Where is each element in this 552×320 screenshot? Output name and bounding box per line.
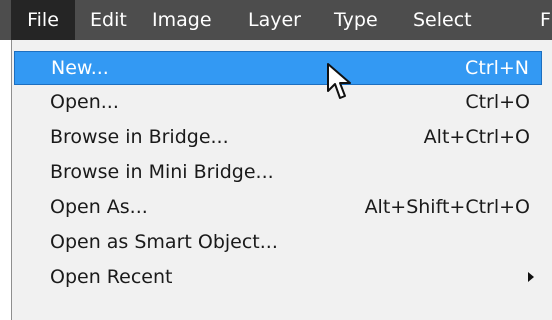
menu-item-new[interactable]: New... Ctrl+N <box>14 51 542 85</box>
menu-item-shortcut: Alt+Shift+Ctrl+O <box>364 196 530 218</box>
menu-item-label: Browse in Mini Bridge... <box>50 161 274 183</box>
mouse-pointer-icon <box>327 63 351 99</box>
file-menu-dropdown: New... Ctrl+N Open... Ctrl+O Browse in B… <box>11 40 552 320</box>
menu-item-browse-in-bridge[interactable]: Browse in Bridge... Alt+Ctrl+O <box>14 120 542 154</box>
menu-bar: File Edit Image Layer Type Select F <box>0 0 552 40</box>
menu-item-open-recent[interactable]: Open Recent <box>14 260 542 294</box>
menu-item-shortcut: Alt+Ctrl+O <box>423 126 530 148</box>
menu-type[interactable]: Type <box>334 0 378 40</box>
menu-item-label: Browse in Bridge... <box>50 126 229 148</box>
menu-item-label: New... <box>51 57 109 79</box>
menu-item-label: Open As... <box>50 196 148 218</box>
menu-layer[interactable]: Layer <box>248 0 301 40</box>
menu-item-browse-in-mini-bridge[interactable]: Browse in Mini Bridge... <box>14 155 542 189</box>
menu-edit[interactable]: Edit <box>90 0 127 40</box>
menu-filter-partial[interactable]: F <box>540 0 551 40</box>
menu-item-open-as-smart-object[interactable]: Open as Smart Object... <box>14 225 542 259</box>
menu-file[interactable]: File <box>11 0 75 40</box>
menu-item-open-as[interactable]: Open As... Alt+Shift+Ctrl+O <box>14 190 542 224</box>
menu-item-label: Open Recent <box>50 266 173 288</box>
menu-item-open[interactable]: Open... Ctrl+O <box>14 85 542 119</box>
menu-item-label: Open... <box>50 91 119 113</box>
menu-item-shortcut: Ctrl+N <box>465 57 529 79</box>
menu-item-label: Open as Smart Object... <box>50 231 278 253</box>
chevron-right-icon <box>528 272 534 282</box>
menu-select[interactable]: Select <box>413 0 472 40</box>
menu-item-shortcut: Ctrl+O <box>465 91 530 113</box>
menu-image[interactable]: Image <box>152 0 212 40</box>
